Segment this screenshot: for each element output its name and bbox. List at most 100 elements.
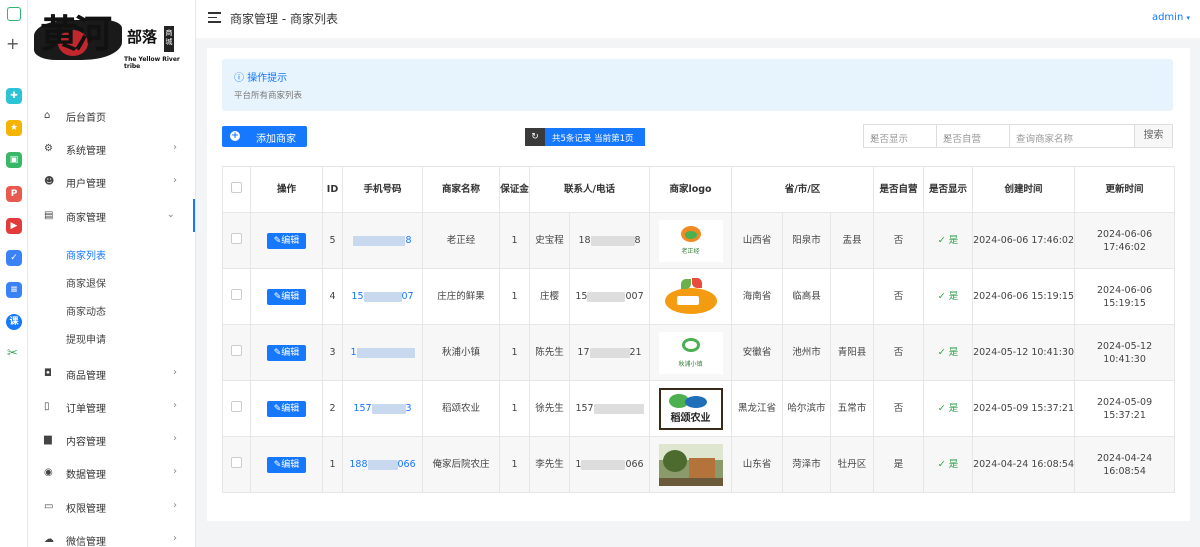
table-row: ✎编辑 3 1 秋浦小镇 1 陈先生 17 21 秋浦小镇 安徽省 池州市 青阳县… bbox=[222, 324, 1176, 381]
row-checkbox[interactable] bbox=[231, 345, 242, 356]
table-row: ✎编辑 4 15 07 庄庄的鲜果 1 庄樱 15 007 海南省 临高县 否 … bbox=[222, 268, 1176, 325]
record-count-button[interactable]: ↻ 共5条记录 当前第1页 bbox=[525, 128, 645, 146]
lesson-icon[interactable]: 课 bbox=[6, 314, 22, 330]
edit-button[interactable]: ✎编辑 bbox=[267, 344, 306, 361]
phone-cell[interactable]: 157 3 bbox=[342, 380, 423, 437]
actions-cell: ✎编辑 bbox=[250, 380, 323, 437]
submenu-merchant-list[interactable]: 商家列表 bbox=[66, 247, 106, 262]
home-icon[interactable] bbox=[7, 7, 21, 21]
row-checkbox[interactable] bbox=[231, 289, 242, 300]
plugin-icon[interactable]: ✚ bbox=[6, 88, 22, 104]
image-icon[interactable]: ▣ bbox=[6, 152, 22, 168]
menu-goods[interactable]: ◘ 商品管理 › bbox=[28, 357, 195, 390]
id-cell: 2 bbox=[322, 380, 343, 437]
phone-suffix: 066 bbox=[397, 459, 416, 470]
menu-label: 微信管理 bbox=[66, 537, 106, 547]
phone-cell[interactable]: 8 bbox=[342, 212, 423, 269]
chevron-right-icon: › bbox=[173, 466, 177, 477]
menu-wechat[interactable]: ☁ 微信管理 › bbox=[28, 523, 195, 547]
edit-label: 编辑 bbox=[281, 291, 300, 302]
city-cell: 菏泽市 bbox=[782, 436, 832, 493]
tel-suffix: 21 bbox=[629, 347, 642, 358]
menu-home[interactable]: ⌂ 后台首页 bbox=[28, 99, 195, 132]
brand-logo[interactable]: 黄河 部落 商城 The Yellow River tribe bbox=[32, 6, 182, 70]
district-cell bbox=[830, 268, 875, 325]
submenu-merchant-news[interactable]: 商家动态 bbox=[66, 303, 106, 318]
phone-cell[interactable]: 188 066 bbox=[342, 436, 423, 493]
check-icon[interactable]: ✓ bbox=[6, 250, 22, 266]
menu-merchants[interactable]: ▤ 商家管理 ⌄ bbox=[28, 199, 195, 232]
doc-icon[interactable]: ≡ bbox=[6, 282, 22, 298]
chevron-right-icon: › bbox=[173, 533, 177, 544]
row-checkbox[interactable] bbox=[231, 457, 242, 468]
province-cell: 海南省 bbox=[731, 268, 784, 325]
store-icon: ▤ bbox=[44, 210, 54, 221]
monitor-icon: ▭ bbox=[44, 501, 54, 512]
menu-label: 权限管理 bbox=[66, 504, 106, 515]
menu-toggle-icon[interactable] bbox=[208, 12, 221, 23]
check-circle-icon: ✓ bbox=[937, 403, 946, 414]
redacted-mask bbox=[589, 347, 630, 358]
logo-subtitle: The Yellow River tribe bbox=[124, 56, 180, 70]
created-cell: 2024-06-06 17:46:02 bbox=[972, 212, 1076, 269]
row-select-cell bbox=[222, 380, 251, 437]
add-merchant-button[interactable]: + 添加商家 bbox=[222, 126, 307, 147]
edit-button[interactable]: ✎编辑 bbox=[267, 400, 306, 417]
select-all-checkbox[interactable] bbox=[231, 182, 242, 193]
logo-cell: 秋浦小镇 bbox=[649, 324, 733, 381]
bag-icon: ◘ bbox=[44, 368, 52, 379]
search-button[interactable]: 搜索 bbox=[1134, 124, 1173, 148]
id-cell: 4 bbox=[322, 268, 343, 325]
row-checkbox[interactable] bbox=[231, 401, 242, 412]
column-header: 省/市/区 bbox=[731, 166, 875, 213]
show-cell[interactable]: ✓ 是 bbox=[923, 268, 974, 325]
tel-cell: 1 066 bbox=[568, 436, 651, 493]
edit-button[interactable]: ✎编辑 bbox=[267, 288, 306, 305]
menu-content[interactable]: ▆ 内容管理 › bbox=[28, 423, 195, 456]
star-icon[interactable]: ★ bbox=[6, 120, 22, 136]
check-circle-icon: ✓ bbox=[937, 459, 946, 470]
updated-cell: 2024-06-06 15:19:15 bbox=[1074, 268, 1176, 325]
tel-prefix: 15 bbox=[575, 291, 588, 302]
scissors-icon[interactable]: ✂ bbox=[7, 346, 18, 361]
user-menu[interactable]: admin ▾ bbox=[1152, 12, 1190, 23]
show-cell[interactable]: ✓ 是 bbox=[923, 380, 974, 437]
name-cell: 秋浦小镇 bbox=[422, 324, 500, 381]
created-cell: 2024-05-09 15:37:21 bbox=[972, 380, 1076, 437]
search-input[interactable]: 查询商家名称 bbox=[1009, 124, 1135, 148]
video-icon[interactable]: ▶ bbox=[6, 218, 22, 234]
sidebar: 黄河 部落 商城 The Yellow River tribe ⌂ 后台首页 ⚙… bbox=[28, 0, 196, 547]
id-cell: 5 bbox=[322, 212, 343, 269]
show-value: 是 bbox=[948, 403, 959, 414]
show-cell[interactable]: ✓ 是 bbox=[923, 324, 974, 381]
edit-button[interactable]: ✎编辑 bbox=[267, 232, 306, 249]
edit-label: 编辑 bbox=[281, 459, 300, 470]
menu-users[interactable]: ☻ 用户管理 › bbox=[28, 165, 195, 198]
menu-system[interactable]: ⚙ 系统管理 › bbox=[28, 132, 195, 165]
actions-cell: ✎编辑 bbox=[250, 436, 323, 493]
chevron-right-icon: › bbox=[173, 400, 177, 411]
filter-show-select[interactable]: 是否显示 ⌄ bbox=[863, 124, 937, 148]
filter-self-select[interactable]: 是否自营 ⌄ bbox=[936, 124, 1010, 148]
submenu-merchant-refund[interactable]: 商家退保 bbox=[66, 275, 106, 290]
menu-orders[interactable]: ▯ 订单管理 › bbox=[28, 390, 195, 423]
province-cell: 黑龙江省 bbox=[731, 380, 784, 437]
phone-cell[interactable]: 15 07 bbox=[342, 268, 423, 325]
plus-icon[interactable]: + bbox=[6, 36, 19, 52]
pdf-icon[interactable]: P bbox=[6, 186, 22, 202]
submenu-withdraw[interactable]: 提现申请 bbox=[66, 331, 106, 346]
show-cell[interactable]: ✓ 是 bbox=[923, 212, 974, 269]
column-header: 联系人/电话 bbox=[528, 166, 651, 213]
menu-permissions[interactable]: ▭ 权限管理 › bbox=[28, 490, 195, 523]
phone-cell[interactable]: 1 bbox=[342, 324, 423, 381]
row-checkbox[interactable] bbox=[231, 233, 242, 244]
check-circle-icon: ✓ bbox=[937, 347, 946, 358]
chevron-right-icon: › bbox=[173, 500, 177, 511]
menu-data[interactable]: ◉ 数据管理 › bbox=[28, 456, 195, 489]
district-cell: 盂县 bbox=[830, 212, 875, 269]
edit-button[interactable]: ✎编辑 bbox=[267, 456, 306, 473]
column-header: 操作 bbox=[250, 166, 323, 213]
show-cell[interactable]: ✓ 是 bbox=[923, 436, 974, 493]
column-header: ID bbox=[322, 166, 343, 213]
merchant-table: 操作 ID 手机号码 商家名称 保证金 联系人/电话 商家logo 省/市/区 … bbox=[222, 166, 1176, 493]
